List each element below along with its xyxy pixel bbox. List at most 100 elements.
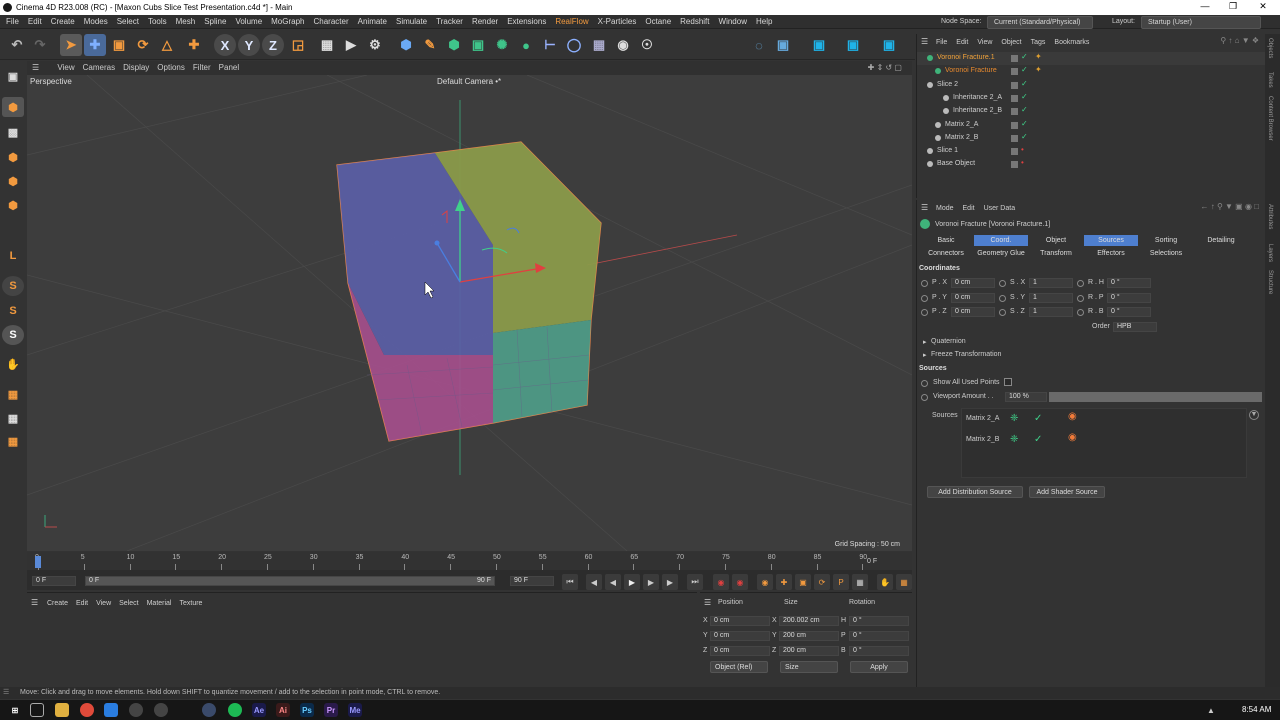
task-view-icon[interactable] <box>30 703 44 717</box>
object-menu-bookmarks[interactable]: Bookmarks <box>1054 39 1089 46</box>
object-row[interactable]: Matrix 2_B ✓ <box>917 132 1265 145</box>
show-all-anim-icon[interactable] <box>921 380 928 387</box>
visibility-toggle-icon[interactable] <box>1011 68 1018 76</box>
key-scale-icon[interactable]: ▣ <box>795 574 811 590</box>
end-frame-field[interactable]: 90 F <box>510 576 554 586</box>
deformer-icon[interactable]: ⊢ <box>539 34 561 56</box>
y-axis-lock-icon[interactable]: Y <box>238 34 260 56</box>
anim-dot-icon[interactable] <box>1077 309 1084 316</box>
enabled-check-icon[interactable]: ✓ <box>1021 105 1028 114</box>
cloner-icon[interactable]: ✺ <box>491 34 513 56</box>
enabled-check-icon[interactable]: ✓ <box>1021 119 1028 128</box>
anim-dot-icon[interactable] <box>999 309 1006 316</box>
pen-spline-icon[interactable]: ✎ <box>419 34 441 56</box>
next-frame-icon[interactable]: ▶ <box>643 574 659 590</box>
viewport-menu-filter[interactable]: Filter <box>193 61 211 74</box>
tag-icon[interactable]: ✦ <box>1035 52 1042 61</box>
field-icon[interactable]: ◯ <box>563 34 585 56</box>
tab-transform[interactable]: Transform <box>1029 248 1083 259</box>
viewport-amount-field[interactable]: 100 % <box>1005 392 1047 402</box>
add-distribution-source-button[interactable]: Add Distribution Source <box>927 486 1023 498</box>
size-mode-select[interactable]: Size <box>780 661 838 673</box>
object-menu-edit[interactable]: Edit <box>956 39 968 46</box>
freeze-transformation-group[interactable]: Freeze Transformation <box>931 351 1001 358</box>
coord-param-field[interactable]: 1 <box>1029 307 1073 317</box>
maximize-button[interactable]: ❐ <box>1218 1 1248 12</box>
premiere-icon[interactable]: Pr <box>324 703 338 717</box>
scene-canvas[interactable] <box>27 75 912 551</box>
object-name[interactable]: Voronoi Fracture.1 <box>937 54 995 61</box>
object-menu-view[interactable]: View <box>977 39 992 46</box>
close-button[interactable]: ✕ <box>1248 1 1278 12</box>
timeline-ruler[interactable]: 051015202530354045505560657075808590 <box>27 552 912 570</box>
coord-param-field[interactable]: 0 cm <box>951 278 995 288</box>
menu-modes[interactable]: Modes <box>84 15 108 29</box>
tab-connectors[interactable]: Connectors <box>919 248 973 259</box>
menu-octane[interactable]: Octane <box>645 15 671 29</box>
object-row[interactable]: Base Object • <box>917 158 1265 171</box>
object-row[interactable]: Slice 2 ✓ <box>917 79 1265 92</box>
source-tag-icon[interactable]: ◉ <box>1068 432 1077 443</box>
floor-icon[interactable]: ▦ <box>588 34 610 56</box>
position-field[interactable]: 0 cm <box>710 631 770 641</box>
subdivision-icon[interactable]: ⬢ <box>443 34 465 56</box>
freeze-toggle-icon[interactable]: ▸ <box>923 351 927 359</box>
viewport-menu-options[interactable]: Options <box>157 61 185 74</box>
material-hamburger-icon[interactable]: ☰ <box>31 598 38 607</box>
tab-coord[interactable]: Coord. <box>974 235 1028 246</box>
edge-mode-icon[interactable]: ⬢ <box>2 171 24 191</box>
tweak-mode-icon[interactable]: ✋ <box>2 354 24 374</box>
visibility-toggle-icon[interactable] <box>1011 108 1018 116</box>
light-icon[interactable]: ☉ <box>636 34 658 56</box>
windows-start-icon[interactable]: ⊞ <box>8 703 22 717</box>
viewport-amount-anim-icon[interactable] <box>921 394 928 401</box>
redo-icon[interactable]: ↷ <box>29 34 51 56</box>
isolate-icon[interactable]: ▣ <box>842 34 864 56</box>
object-row[interactable]: Slice 1 • <box>917 145 1265 158</box>
render-view-icon[interactable]: ▶ <box>340 34 362 56</box>
position-field[interactable]: 0 cm <box>710 646 770 656</box>
side-tab-takes[interactable]: Takes <box>1267 72 1273 88</box>
add-shader-source-button[interactable]: Add Shader Source <box>1029 486 1105 498</box>
photoshop-icon[interactable]: Ps <box>300 703 314 717</box>
tab-object[interactable]: Object <box>1029 235 1083 246</box>
attr-nav-icons[interactable]: ← ↑ ⚲ ▼ ▣ ◉ □ <box>1201 202 1259 211</box>
tab-selections[interactable]: Selections <box>1139 248 1193 259</box>
viewport-menu-cameras[interactable]: Cameras <box>83 61 115 74</box>
sources-menu-icon[interactable]: ▼ <box>1249 410 1259 420</box>
menu-simulate[interactable]: Simulate <box>396 15 427 29</box>
axis-mode-icon[interactable]: L <box>2 246 24 266</box>
undo-icon[interactable]: ↶ <box>6 34 28 56</box>
autokey-icon[interactable]: ◉ <box>732 574 748 590</box>
go-to-start-icon[interactable]: ⏮ <box>562 574 578 590</box>
source-name[interactable]: Matrix 2_B <box>966 436 999 443</box>
minimize-button[interactable]: — <box>1190 1 1220 11</box>
object-name[interactable]: Slice 1 <box>937 147 958 154</box>
layout-toggle-icon[interactable]: ▣ <box>878 34 900 56</box>
key-position-icon[interactable]: ✚ <box>776 574 792 590</box>
coord-param-field[interactable]: 1 <box>1029 278 1073 288</box>
clock[interactable]: 8:54 AM <box>1242 705 1271 714</box>
previous-frame-icon[interactable]: ◀ <box>605 574 621 590</box>
enabled-check-icon[interactable]: • <box>1021 158 1024 167</box>
object-name[interactable]: Matrix 2_B <box>945 134 978 141</box>
object-menu-object[interactable]: Object <box>1001 39 1021 46</box>
illustrator-icon[interactable]: Ai <box>276 703 290 717</box>
viewport-hamburger-icon[interactable]: ☰ <box>32 61 39 74</box>
anim-dot-icon[interactable] <box>1077 294 1084 302</box>
chrome-icon[interactable] <box>80 703 94 717</box>
coord-hamburger-icon[interactable]: ☰ <box>704 598 711 607</box>
size-field[interactable]: 200 cm <box>779 631 839 641</box>
layout-select[interactable]: Startup (User) <box>1141 16 1261 29</box>
quaternion-toggle-icon[interactable]: ▸ <box>923 338 927 346</box>
visibility-toggle-icon[interactable] <box>1011 161 1018 169</box>
side-tab-objects[interactable]: Objects <box>1267 38 1273 58</box>
position-field[interactable]: 0 cm <box>710 616 770 626</box>
start-frame-field[interactable]: 0 F <box>32 576 76 586</box>
side-tab-structure[interactable]: Structure <box>1267 270 1273 294</box>
rotation-field[interactable]: 0 ° <box>849 646 909 656</box>
object-menu-tags[interactable]: Tags <box>1031 39 1046 46</box>
spotify-icon[interactable] <box>228 703 242 717</box>
anim-dot-icon[interactable] <box>921 309 928 316</box>
keyframe-selection-icon[interactable]: ◉ <box>757 574 773 590</box>
